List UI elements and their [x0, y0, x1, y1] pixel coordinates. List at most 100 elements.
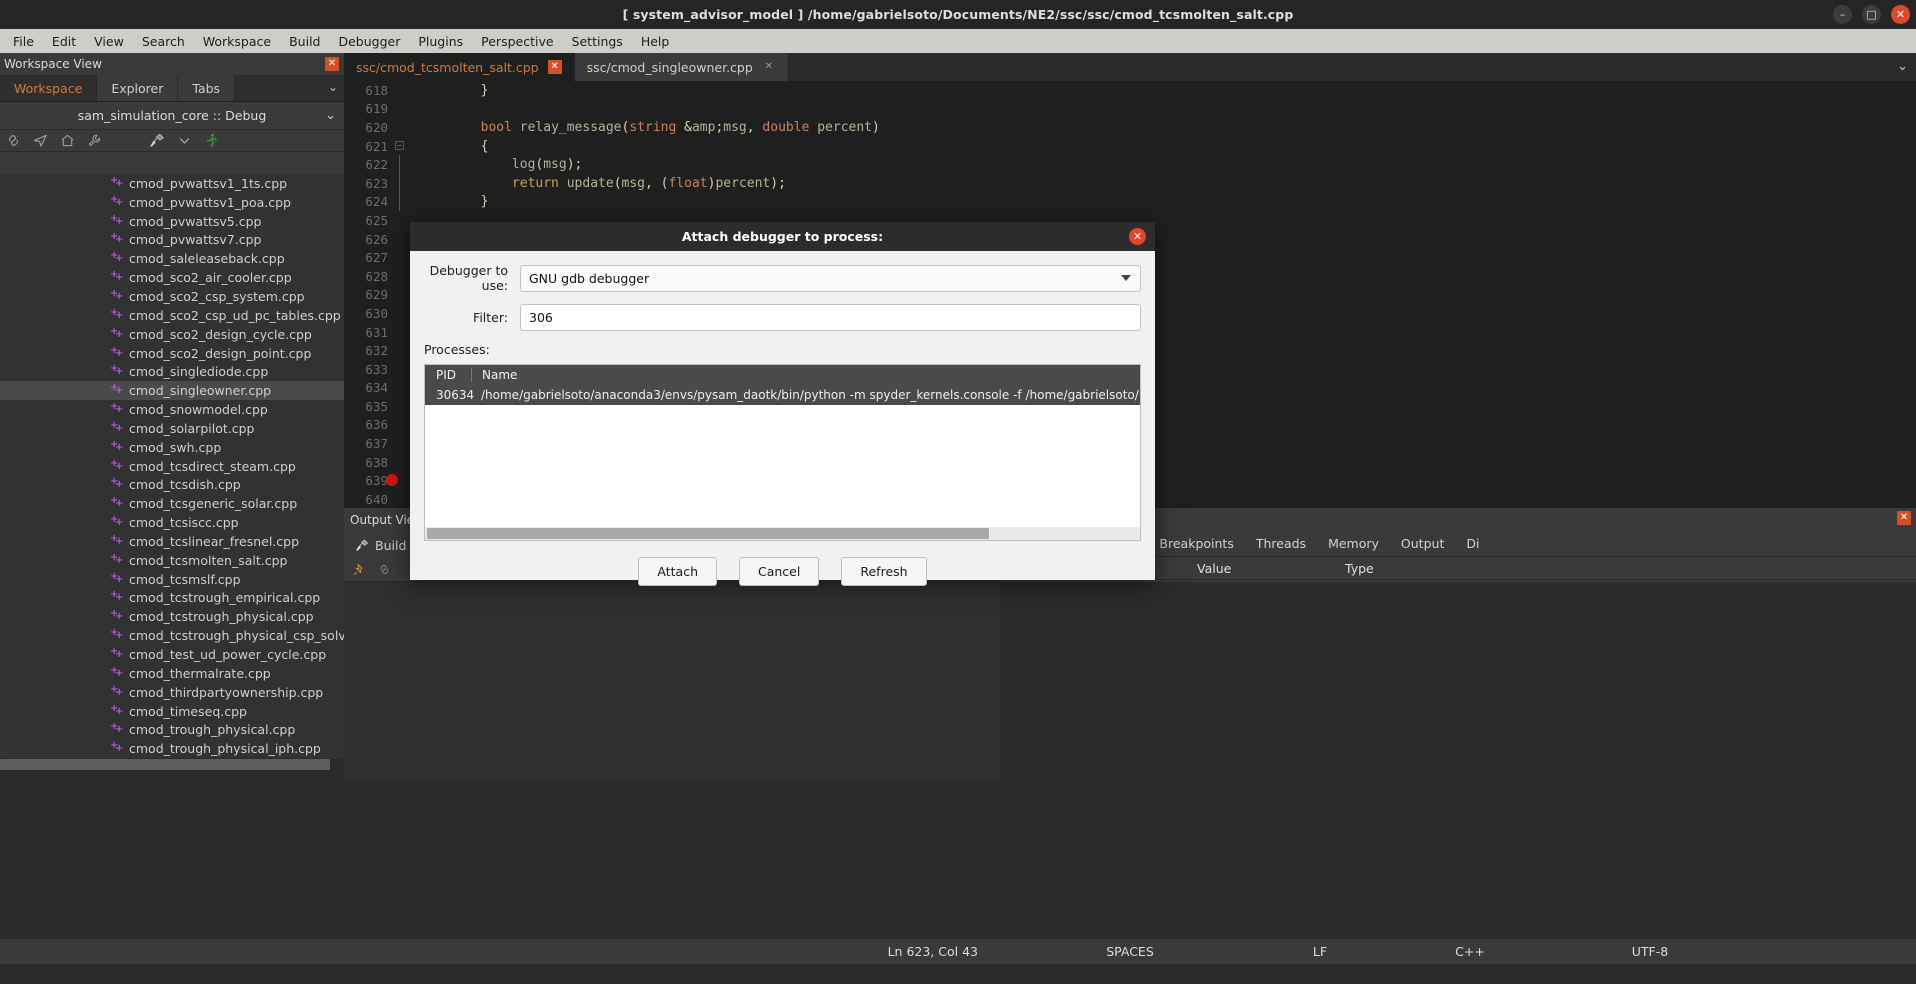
watches-grid-body[interactable] — [1000, 582, 1916, 780]
editor-tab-singleowner[interactable]: ssc/cmod_singleowner.cpp ✕ — [575, 53, 789, 81]
minimize-button[interactable]: – — [1833, 5, 1852, 24]
menu-help[interactable]: Help — [632, 31, 679, 52]
tree-item-cmod-singlediode-cpp[interactable]: cmod_singlediode.cpp — [0, 362, 344, 381]
code-line[interactable]: 622 log(msg); — [344, 155, 1916, 174]
processes-table[interactable]: PID Name 30634 /home/gabrielsoto/anacond… — [424, 364, 1141, 541]
send-icon[interactable] — [33, 133, 48, 148]
editor-tab-close-icon[interactable]: ✕ — [762, 60, 776, 74]
build-dropdown-chevron-down-icon[interactable] — [177, 133, 192, 148]
close-button[interactable]: ✕ — [1891, 5, 1910, 24]
code-line[interactable]: 620 bool relay_message(string &amp;msg, … — [344, 118, 1916, 137]
debugger-tab-breakpoints[interactable]: Breakpoints — [1148, 530, 1244, 556]
tree-item-cmod-tcstrough-empirical-cpp[interactable]: cmod_tcstrough_empirical.cpp — [0, 589, 344, 608]
debugger-tab-disassembly[interactable]: Di — [1455, 530, 1490, 556]
menu-file[interactable]: File — [4, 31, 43, 52]
processes-scrollbar-thumb[interactable] — [427, 528, 989, 539]
tree-item-cmod-tcstrough-physical-csp-solver-cpp[interactable]: cmod_tcstrough_physical_csp_solver.cpp — [0, 626, 344, 645]
menu-edit[interactable]: Edit — [43, 31, 85, 52]
editor-gutter-marker[interactable] — [396, 379, 404, 398]
filter-input[interactable]: 306 — [520, 304, 1141, 331]
editor-tabs-overflow-chevron-down-icon[interactable]: ⌄ — [1897, 59, 1908, 74]
tree-item-cmod-tcsdirect-steam-cpp[interactable]: cmod_tcsdirect_steam.cpp — [0, 457, 344, 476]
tree-item-cmod-sco2-design-cycle-cpp[interactable]: cmod_sco2_design_cycle.cpp — [0, 325, 344, 344]
menu-settings[interactable]: Settings — [563, 31, 632, 52]
editor-gutter-marker[interactable] — [396, 174, 404, 193]
debugger-panel-close-icon[interactable]: ✕ — [1897, 511, 1911, 525]
table-row[interactable]: 30634 /home/gabrielsoto/anaconda3/envs/p… — [425, 385, 1140, 405]
editor-gutter-marker[interactable] — [396, 397, 404, 416]
link-icon[interactable] — [377, 562, 392, 577]
editor-tab-tcsmolten-salt[interactable]: ssc/cmod_tcsmolten_salt.cpp ✕ — [344, 53, 575, 81]
tree-item-cmod-pvwattsv1-poa-cpp[interactable]: cmod_pvwattsv1_poa.cpp — [0, 193, 344, 212]
status-indentation[interactable]: SPACES — [1000, 944, 1260, 959]
home-icon[interactable] — [60, 133, 75, 148]
editor-gutter-marker[interactable] — [396, 416, 404, 435]
tree-item-cmod-test-ud-power-cycle-cpp[interactable]: cmod_test_ud_power_cycle.cpp — [0, 645, 344, 664]
menu-search[interactable]: Search — [133, 31, 194, 52]
editor-gutter-marker[interactable] — [396, 341, 404, 360]
menu-build[interactable]: Build — [280, 31, 329, 52]
link-icon[interactable] — [6, 133, 21, 148]
tree-item-cmod-trough-physical-cpp[interactable]: cmod_trough_physical.cpp — [0, 720, 344, 739]
editor-gutter-marker[interactable] — [396, 81, 404, 100]
refresh-button[interactable]: Refresh — [841, 557, 926, 586]
code-line[interactable]: 623 return update(msg, (float)percent); — [344, 174, 1916, 193]
dialog-close-icon[interactable]: ✕ — [1129, 228, 1146, 245]
tree-item-cmod-thermalrate-cpp[interactable]: cmod_thermalrate.cpp — [0, 664, 344, 683]
tree-item-cmod-sco2-csp-ud-pc-tables-cpp[interactable]: cmod_sco2_csp_ud_pc_tables.cpp — [0, 306, 344, 325]
editor-gutter-marker[interactable] — [396, 453, 404, 472]
tree-item-cmod-timeseq-cpp[interactable]: cmod_timeseq.cpp — [0, 702, 344, 721]
status-eol[interactable]: LF — [1260, 944, 1380, 959]
status-encoding[interactable]: UTF-8 — [1560, 944, 1740, 959]
tree-item-cmod-tcsdish-cpp[interactable]: cmod_tcsdish.cpp — [0, 476, 344, 495]
menu-plugins[interactable]: Plugins — [409, 31, 472, 52]
tree-item-cmod-saleleaseback-cpp[interactable]: cmod_saleleaseback.cpp — [0, 249, 344, 268]
tab-workspace[interactable]: Workspace — [0, 75, 97, 101]
menu-view[interactable]: View — [85, 31, 133, 52]
breakpoint-icon[interactable] — [386, 474, 398, 486]
tab-explorer[interactable]: Explorer — [97, 75, 178, 101]
tab-tabs[interactable]: Tabs — [178, 75, 235, 101]
editor-gutter-marker[interactable] — [396, 471, 404, 490]
editor-gutter-marker[interactable] — [396, 137, 404, 156]
tree-item-cmod-pvwattsv1-1ts-cpp[interactable]: cmod_pvwattsv1_1ts.cpp — [0, 174, 344, 193]
menu-debugger[interactable]: Debugger — [329, 31, 409, 52]
pin-icon[interactable] — [352, 562, 367, 577]
attach-button[interactable]: Attach — [638, 557, 717, 586]
workspace-tabs-overflow-chevron-down-icon[interactable]: ⌄ — [328, 80, 338, 94]
editor-gutter-marker[interactable] — [396, 490, 404, 508]
tree-item-cmod-tcsmolten-salt-cpp[interactable]: cmod_tcsmolten_salt.cpp — [0, 551, 344, 570]
code-line[interactable]: 621 { — [344, 137, 1916, 156]
debugger-tab-memory[interactable]: Memory — [1317, 530, 1390, 556]
column-header-name[interactable]: Name — [472, 368, 517, 382]
cancel-button[interactable]: Cancel — [739, 557, 819, 586]
tree-item-cmod-pvwattsv7-cpp[interactable]: cmod_pvwattsv7.cpp — [0, 231, 344, 250]
editor-gutter-marker[interactable] — [396, 360, 404, 379]
editor-gutter-marker[interactable] — [396, 230, 404, 249]
tree-item-cmod-solarpilot-cpp[interactable]: cmod_solarpilot.cpp — [0, 419, 344, 438]
editor-gutter-marker[interactable] — [396, 211, 404, 230]
editor-gutter-marker[interactable] — [396, 155, 404, 174]
wrench-icon[interactable] — [87, 133, 102, 148]
code-line[interactable]: 619 — [344, 100, 1916, 119]
tree-item-cmod-sco2-design-point-cpp[interactable]: cmod_sco2_design_point.cpp — [0, 344, 344, 363]
debugger-select[interactable]: GNU gdb debugger — [520, 265, 1141, 292]
build-target-selector[interactable]: sam_simulation_core :: Debug ⌄ — [0, 102, 344, 130]
editor-gutter-marker[interactable] — [396, 286, 404, 305]
editor-tab-close-icon[interactable]: ✕ — [548, 60, 562, 74]
project-file-tree[interactable]: cmod_pvwattsv1_1ts.cppcmod_pvwattsv1_poa… — [0, 174, 344, 771]
tree-scrollbar-thumb[interactable] — [0, 759, 330, 770]
chevron-down-icon[interactable] — [1121, 275, 1131, 281]
tree-item-cmod-thirdpartyownership-cpp[interactable]: cmod_thirdpartyownership.cpp — [0, 683, 344, 702]
maximize-button[interactable]: □ — [1862, 5, 1881, 24]
tree-item-cmod-snowmodel-cpp[interactable]: cmod_snowmodel.cpp — [0, 400, 344, 419]
editor-gutter-marker[interactable] — [396, 100, 404, 119]
column-header-pid[interactable]: PID — [425, 368, 471, 382]
editor-gutter-marker[interactable] — [396, 248, 404, 267]
tree-item-cmod-singleowner-cpp[interactable]: cmod_singleowner.cpp — [0, 381, 344, 400]
editor-gutter-marker[interactable] — [396, 434, 404, 453]
processes-horizontal-scrollbar[interactable] — [425, 527, 1140, 540]
tree-horizontal-scrollbar[interactable] — [0, 758, 344, 771]
menu-workspace[interactable]: Workspace — [194, 31, 280, 52]
tree-item-cmod-tcsiscc-cpp[interactable]: cmod_tcsiscc.cpp — [0, 513, 344, 532]
